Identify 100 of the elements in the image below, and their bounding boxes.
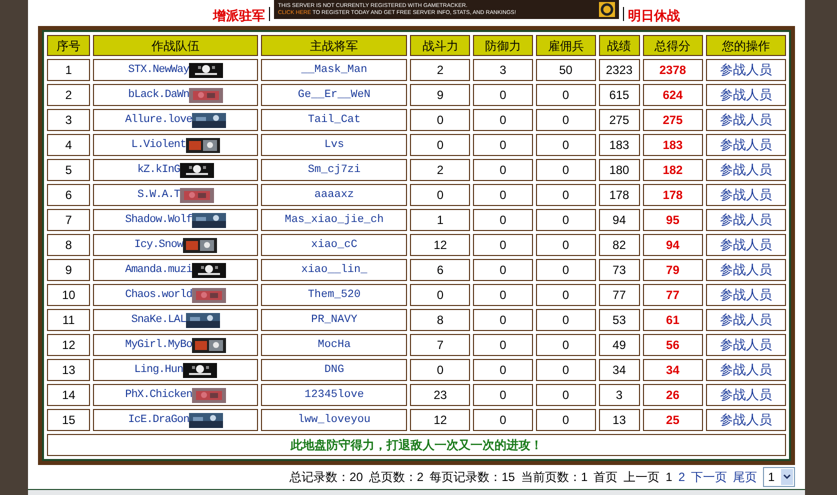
table-cell: 0 [473, 184, 533, 206]
table-cell: 0 [536, 159, 596, 181]
table-cell: 0 [473, 409, 533, 431]
score-cell: 95 [642, 209, 703, 231]
table-cell: 6 [47, 184, 90, 206]
table-cell: 13 [47, 359, 90, 381]
table-cell: 0 [536, 134, 596, 156]
table-cell: 49 [598, 334, 640, 356]
table-cell: 2 [47, 84, 90, 106]
table-cell: 0 [473, 259, 533, 281]
table-cell: 183 [598, 134, 640, 156]
column-header: 序号 [47, 35, 90, 56]
column-header: 雇佣兵 [536, 35, 596, 56]
table-cell: 0 [410, 134, 470, 156]
table-cell: 3 [47, 109, 90, 131]
table-cell: 0 [473, 284, 533, 306]
table-cell: 94 [598, 209, 640, 231]
table-cell: 50 [536, 59, 596, 81]
top-link[interactable]: 增派驻军 [213, 6, 265, 26]
table-cell: 0 [536, 384, 596, 406]
table-cell: 11 [47, 309, 90, 331]
score-cell: 79 [642, 259, 703, 281]
table-cell: 0 [536, 259, 596, 281]
score-cell: 25 [642, 409, 703, 431]
table-cell: 0 [536, 359, 596, 381]
pager-stat: 总记录数：20 [290, 469, 363, 486]
general-name: lww_loveyou [261, 409, 408, 431]
pager-link[interactable]: 2 [678, 468, 685, 486]
table-cell: 0 [410, 284, 470, 306]
page-select[interactable]: 1 [763, 467, 795, 487]
table-cell: 0 [410, 359, 470, 381]
score-cell: 56 [642, 334, 703, 356]
table-cell: 180 [598, 159, 640, 181]
table-cell: 10 [47, 284, 90, 306]
table-cell: 9 [47, 259, 90, 281]
table-cell: 0 [536, 334, 596, 356]
table-cell: 8 [47, 234, 90, 256]
general-name: PR_NAVY [261, 309, 408, 331]
logo-icon [599, 2, 615, 17]
score-cell: 182 [642, 159, 703, 181]
pager-link: 首页 [594, 469, 618, 486]
table-cell: 7 [47, 209, 90, 231]
team-name[interactable]: S.W.A.T [137, 188, 180, 203]
general-name: Them_520 [261, 284, 408, 306]
table-cell: 0 [536, 184, 596, 206]
top-link[interactable]: 明日休战 [628, 6, 680, 26]
table-cell: 178 [598, 184, 640, 206]
score-cell: 275 [642, 109, 703, 131]
pager-link[interactable]: 尾页 [733, 468, 757, 486]
pager-link[interactable]: 下一页 [691, 468, 727, 486]
table-cell: 9 [410, 84, 470, 106]
column-header: 主战将军 [261, 35, 408, 56]
table-cell: 0 [473, 309, 533, 331]
table-cell: 82 [598, 234, 640, 256]
dropdown-icon [781, 469, 793, 485]
table-cell: 0 [536, 284, 596, 306]
table-cell: 0 [473, 384, 533, 406]
table-cell: 13 [598, 409, 640, 431]
table-cell: 0 [473, 234, 533, 256]
general-name: xiao__lin_ [261, 259, 408, 281]
general-name: __Mask_Man [261, 59, 408, 81]
general-name: Ge__Er__WeN [261, 84, 408, 106]
column-header: 作战队伍 [93, 35, 258, 56]
general-name: MocHa [261, 334, 408, 356]
general-name: aaaaxz [261, 184, 408, 206]
table-cell: 3 [598, 384, 640, 406]
table-cell: 2 [410, 159, 470, 181]
table-cell: 73 [598, 259, 640, 281]
pager-link: 上一页 [624, 469, 660, 486]
table-cell: 0 [473, 159, 533, 181]
table-cell: 2 [410, 59, 470, 81]
table-cell: 0 [473, 109, 533, 131]
table-cell: 0 [410, 184, 470, 206]
table-cell: 615 [598, 84, 640, 106]
table-cell: 0 [473, 209, 533, 231]
general-name: Lvs [261, 134, 408, 156]
column-header: 战斗力 [410, 35, 470, 56]
table-cell: 34 [598, 359, 640, 381]
score-cell: 26 [642, 384, 703, 406]
table-cell: 0 [536, 409, 596, 431]
general-name: 12345love [261, 384, 408, 406]
general-name: Mas_xiao_jie_ch [261, 209, 408, 231]
team-name[interactable]: kZ.kInG [137, 162, 180, 178]
general-name: Sm_cj7zi [261, 159, 408, 181]
table-cell: 53 [598, 309, 640, 331]
table-cell: 0 [473, 359, 533, 381]
score-cell: 61 [642, 309, 703, 331]
general-name: Tail_Cat [261, 109, 408, 131]
score-cell: 34 [642, 359, 703, 381]
score-cell: 178 [642, 184, 703, 206]
footer-message: 此地盘防守得力，打退敌人一次又一次的进攻！ [290, 438, 542, 452]
score-cell: 2378 [642, 59, 703, 81]
pager-stat: 每页记录数：15 [430, 469, 515, 486]
table-cell: 275 [598, 109, 640, 131]
table-cell: 0 [536, 309, 596, 331]
general-name: xiao_cC [261, 234, 408, 256]
table-cell: 12 [47, 334, 90, 356]
score-cell: 94 [642, 234, 703, 256]
table-cell: 77 [598, 284, 640, 306]
table-cell: 1 [47, 59, 90, 81]
